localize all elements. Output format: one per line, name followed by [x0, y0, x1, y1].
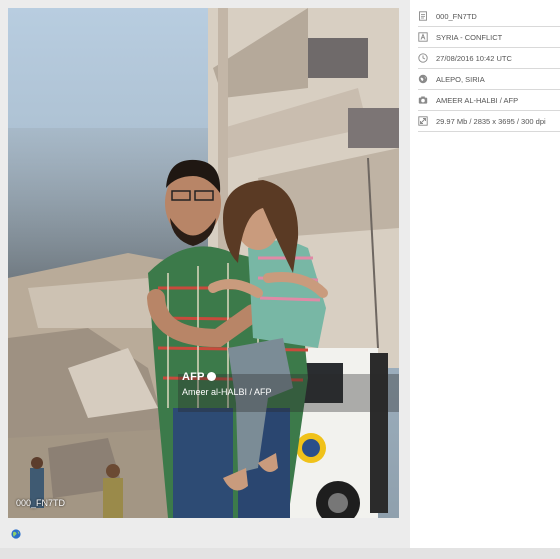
- camera-icon: [418, 96, 428, 104]
- photo-credit-overlay: Ameer al-HALBI / AFP: [182, 387, 272, 397]
- meta-file-info: 29.97 Mb / 2835 x 3695 / 300 dpi: [436, 116, 546, 126]
- photo-viewer[interactable]: [8, 8, 399, 518]
- document-icon: [419, 11, 427, 21]
- footer-strip: [0, 548, 560, 559]
- photo-id-overlay: 000_FN7TD: [16, 498, 66, 508]
- meta-row-location: ALEPO, SIRIA: [418, 69, 560, 90]
- clock-icon: [418, 53, 428, 63]
- meta-photographer: AMEER AL-HALBI / AFP: [436, 95, 519, 105]
- meta-date: 27/08/2016 10:42 UTC: [436, 53, 512, 63]
- meta-row-id: 000_FN7TD: [418, 6, 560, 27]
- meta-row-photographer: AMEER AL-HALBI / AFP: [418, 90, 560, 111]
- news-photo: [8, 8, 399, 518]
- meta-row-date: 27/08/2016 10:42 UTC: [418, 48, 560, 69]
- meta-category: SYRIA - CONFLICT: [436, 32, 503, 42]
- agency-logo: AFP: [182, 371, 216, 383]
- meta-row-file-info: 29.97 Mb / 2835 x 3695 / 300 dpi: [418, 111, 560, 132]
- photo-detail-page: AFP Ameer al-HALBI / AFP 000_FN7TD 000_F…: [0, 0, 560, 559]
- resize-icon: [418, 116, 428, 126]
- meta-photo-id: 000_FN7TD: [436, 11, 477, 21]
- meta-row-category: SYRIA - CONFLICT: [418, 27, 560, 48]
- location-icon: [418, 74, 428, 84]
- bottom-toolbar: [0, 522, 410, 545]
- meta-location: ALEPO, SIRIA: [436, 74, 485, 84]
- metadata-panel: 000_FN7TD SYRIA - CONFLICT 27/08/2016 10…: [410, 0, 560, 548]
- category-icon: [418, 32, 428, 42]
- globe-icon[interactable]: [11, 529, 21, 539]
